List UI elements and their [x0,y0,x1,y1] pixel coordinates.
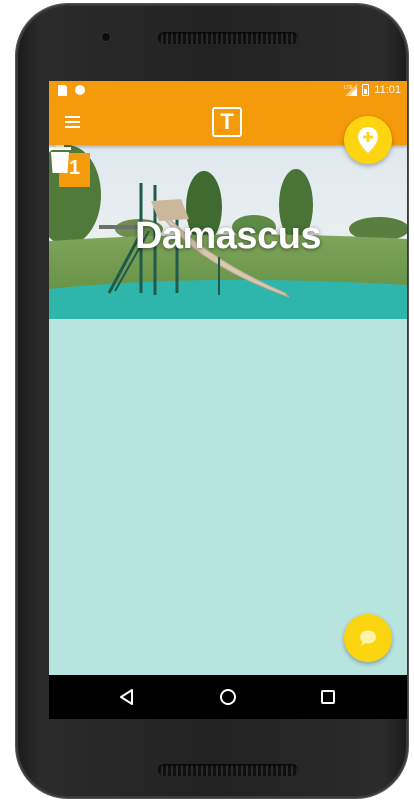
logo-letter: T [220,109,234,134]
earpiece-speaker [158,32,298,44]
battery-icon [362,84,370,96]
signal-icon: LTE [344,84,358,96]
menu-icon[interactable] [65,116,80,128]
status-time: 11:01 [374,84,401,96]
app-logo: T [212,107,242,137]
network-type-label: LTE [344,85,353,91]
trash-icon[interactable] [49,145,71,173]
add-location-button[interactable] [344,116,392,164]
place-card-image[interactable]: 1 Damascus [49,145,407,319]
back-icon[interactable] [117,687,137,707]
add-location-icon [358,127,378,153]
device-screen: LTE 11:01 T 1 Damascus [49,81,407,719]
chat-button[interactable] [344,614,392,662]
status-indicators: LTE 11:01 [344,84,401,96]
phone-frame: LTE 11:01 T 1 Damascus [16,4,408,798]
sd-card-icon [58,85,67,96]
bottom-speaker [158,764,298,776]
system-nav-bar [49,675,407,719]
recents-icon[interactable] [318,687,338,707]
notification-dot-icon [75,85,85,95]
front-camera [102,33,110,41]
place-title: Damascus [134,215,322,257]
chat-bubble-icon [360,630,376,646]
status-notifications [58,85,85,96]
status-bar: LTE 11:01 [49,81,407,101]
home-icon[interactable] [218,687,238,707]
